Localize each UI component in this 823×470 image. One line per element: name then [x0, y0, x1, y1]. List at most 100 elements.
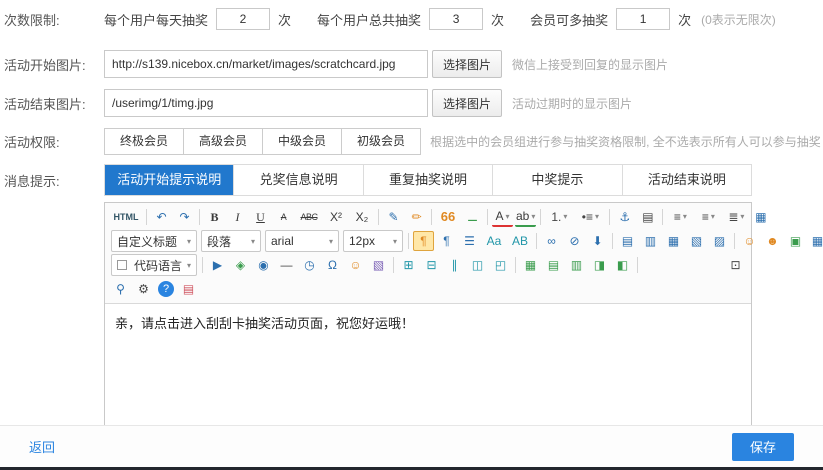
chart-icon[interactable]: ▧: [368, 255, 389, 275]
total-input[interactable]: [429, 8, 483, 30]
align-right-icon[interactable]: ≡▾: [695, 207, 721, 227]
check-icon[interactable]: ⚙: [133, 279, 154, 299]
insert-iframe-icon[interactable]: ▣: [785, 231, 806, 251]
bold-icon[interactable]: B: [204, 207, 225, 227]
message-tab-2[interactable]: 兑奖信息说明: [233, 165, 362, 195]
uppercase-icon[interactable]: AB: [508, 231, 532, 251]
case-change-icon[interactable]: Aa: [482, 231, 506, 251]
permission-option-4[interactable]: 初级会员: [341, 128, 421, 155]
table-full-icon[interactable]: ▦: [520, 255, 541, 275]
merge-cells-icon[interactable]: ▧: [686, 231, 707, 251]
align-left-icon[interactable]: ≡▾: [667, 207, 693, 227]
dropdown-label: 段落: [207, 233, 231, 250]
message-tab-4[interactable]: 中奖提示: [492, 165, 621, 195]
table-props-icon[interactable]: ▦: [663, 231, 684, 251]
paragraph-ltr-icon[interactable]: ¶: [436, 231, 457, 251]
code-language-select[interactable]: 代码语言▾: [111, 254, 197, 276]
font-size-select[interactable]: 12px▾: [343, 230, 403, 252]
italic-icon[interactable]: I: [227, 207, 248, 227]
snapshot-icon[interactable]: ▦: [807, 231, 823, 251]
video-icon[interactable]: ▶: [207, 255, 228, 275]
back-link[interactable]: 返回: [29, 437, 55, 456]
format-brush-icon[interactable]: ✎: [383, 207, 404, 227]
start-image-pick-button[interactable]: 选择图片: [432, 50, 502, 78]
page-break-icon[interactable]: ▤: [637, 207, 658, 227]
per-day-input[interactable]: [216, 8, 270, 30]
delete-row-icon[interactable]: ⊟: [421, 255, 442, 275]
table-col-icon[interactable]: ▥: [566, 255, 587, 275]
undo-icon[interactable]: ↶: [151, 207, 172, 227]
line-height-icon[interactable]: ≣▾: [723, 207, 749, 227]
split-cell-icon[interactable]: ◰: [490, 255, 511, 275]
emoji-icon[interactable]: ☻: [762, 231, 783, 251]
insert-row-icon[interactable]: ⊞: [398, 255, 419, 275]
chevron-down-icon: ▾: [740, 207, 744, 227]
font-family-select[interactable]: arial▾: [265, 230, 339, 252]
cell-right-icon[interactable]: ◨: [589, 255, 610, 275]
total-label: 每个用户总共抽奖: [317, 10, 421, 29]
start-image-input[interactable]: [104, 50, 428, 78]
message-tab-1[interactable]: 活动开始提示说明: [105, 165, 233, 195]
indent-icon[interactable]: ¶: [413, 231, 434, 251]
redo-icon[interactable]: ↷: [174, 207, 195, 227]
chevron-down-icon: ▾: [506, 209, 510, 224]
permission-option-3[interactable]: 中级会员: [262, 128, 342, 155]
eraser-icon[interactable]: ✏: [406, 207, 427, 227]
source-code-button[interactable]: HTML: [110, 207, 142, 227]
dropdown-label: 代码语言: [134, 257, 182, 274]
horizontal-rule-icon[interactable]: —: [276, 255, 297, 275]
split-cells-icon[interactable]: ▨: [709, 231, 730, 251]
merge-right-icon[interactable]: ◫: [467, 255, 488, 275]
permission-option-2[interactable]: 高级会员: [183, 128, 263, 155]
anchor-icon[interactable]: ⚓: [614, 207, 635, 227]
subscript-icon[interactable]: X₂: [350, 207, 374, 227]
toolbar-separator: [199, 209, 200, 225]
end-image-pick-button[interactable]: 选择图片: [432, 89, 502, 117]
end-image-hint: 活动过期时的显示图片: [512, 95, 632, 112]
print-icon[interactable]: ⊡: [725, 255, 746, 275]
table-row-icon[interactable]: ▤: [543, 255, 564, 275]
font-color-icon[interactable]: A▾: [492, 208, 513, 227]
search-replace-icon[interactable]: ⚲: [110, 279, 131, 299]
emoticon-icon[interactable]: ☺: [739, 231, 760, 251]
save-button[interactable]: 保存: [732, 433, 794, 461]
toolbar-separator: [378, 209, 379, 225]
activity-settings-form: 次数限制: 每个用户每天抽奖 次 每个用户总共抽奖 次 会员可多抽奖 次 (0表…: [0, 0, 823, 453]
end-image-input[interactable]: [104, 89, 428, 117]
message-tab-5[interactable]: 活动结束说明: [622, 165, 751, 195]
cell-left-icon[interactable]: ◧: [612, 255, 633, 275]
blockquote-icon[interactable]: 66: [436, 207, 460, 227]
strikethrough-icon[interactable]: A: [273, 207, 294, 227]
table-delete-icon[interactable]: ▥: [640, 231, 661, 251]
start-image-hint: 微信上接受到回复的显示图片: [512, 56, 668, 73]
unlink-icon[interactable]: ⊘: [564, 231, 585, 251]
link-icon[interactable]: ∞: [541, 231, 562, 251]
unordered-list-icon[interactable]: •≡▾: [575, 207, 605, 227]
permission-option-1[interactable]: 终极会员: [104, 128, 184, 155]
date-time-icon[interactable]: ◷: [299, 255, 320, 275]
baidu-map-icon[interactable]: ◉: [253, 255, 274, 275]
draft-icon[interactable]: ▤: [178, 279, 199, 299]
ordered-list-icon[interactable]: 1.▾: [545, 207, 573, 227]
background-color-icon[interactable]: ab▾: [515, 208, 536, 227]
insert-col-icon[interactable]: ∥: [444, 255, 465, 275]
message-tab-3[interactable]: 重复抽奖说明: [363, 165, 492, 195]
checkbox[interactable]: [117, 260, 127, 270]
help-icon[interactable]: ?: [158, 281, 174, 297]
text-direction-icon[interactable]: ☰: [459, 231, 480, 251]
chevron-down-icon: ▾: [683, 207, 687, 227]
attachment-icon[interactable]: ⬇: [587, 231, 608, 251]
table-insert-icon[interactable]: ▤: [617, 231, 638, 251]
remove-format-icon[interactable]: ⚊: [462, 207, 483, 227]
paragraph-select[interactable]: 段落▾: [201, 230, 261, 252]
underline-icon[interactable]: U: [250, 207, 271, 227]
spellcheck-icon[interactable]: ABC: [296, 207, 322, 227]
chevron-down-icon: ▾: [329, 237, 333, 246]
special-char-icon[interactable]: Ω: [322, 255, 343, 275]
emotion-icon[interactable]: ☺: [345, 255, 366, 275]
map-icon[interactable]: ◈: [230, 255, 251, 275]
custom-title-select[interactable]: 自定义标题▾: [111, 230, 197, 252]
member-input[interactable]: [616, 8, 670, 30]
new-page-icon[interactable]: ▦: [750, 207, 771, 227]
superscript-icon[interactable]: X²: [324, 207, 348, 227]
